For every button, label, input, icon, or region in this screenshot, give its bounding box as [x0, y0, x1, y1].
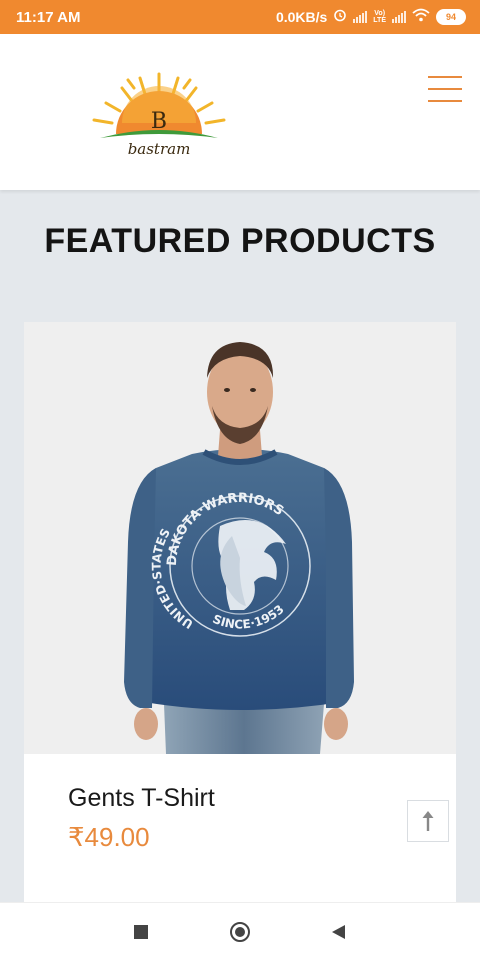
- lte-label: LTE: [373, 16, 386, 24]
- arrow-up-icon: [422, 811, 434, 831]
- system-nav-bar: [0, 902, 480, 960]
- volte-icon: Vo) LTE: [373, 10, 386, 24]
- square-icon: [134, 925, 148, 939]
- bastram-logo[interactable]: B bastram: [86, 68, 232, 158]
- volte-label: Vo): [374, 9, 386, 17]
- logo-letter: B: [151, 109, 167, 134]
- back-button[interactable]: [325, 919, 351, 945]
- back-triangle-icon: [332, 925, 345, 939]
- status-bar: 11:17 AM 0.0KB/s Vo) LTE 94: [0, 0, 480, 34]
- wifi-icon: [412, 8, 430, 25]
- hamburger-menu-icon[interactable]: [428, 76, 464, 104]
- logo-text: bastram: [128, 140, 191, 158]
- product-image[interactable]: DAKOTA·WARRIORS UNITED·STATES SINCE·1953: [24, 322, 456, 754]
- site-header: B bastram: [0, 34, 480, 190]
- product-price: ₹49.00: [68, 822, 150, 852]
- home-button[interactable]: [227, 919, 253, 945]
- product-name[interactable]: Gents T-Shirt: [68, 784, 215, 813]
- status-icons: 0.0KB/s Vo) LTE 94: [276, 8, 466, 25]
- battery-level: 94: [445, 11, 456, 22]
- scroll-to-top-button[interactable]: [407, 800, 449, 842]
- alarm-icon: [333, 8, 347, 25]
- battery-icon: 94: [436, 8, 466, 25]
- signal-icon: [353, 10, 368, 23]
- product-card[interactable]: DAKOTA·WARRIORS UNITED·STATES SINCE·1953…: [24, 322, 456, 922]
- section-title: FEATURED PRODUCTS: [44, 222, 436, 260]
- status-time: 11:17 AM: [16, 9, 81, 26]
- circle-icon: [230, 922, 250, 942]
- network-speed: 0.0KB/s: [275, 8, 328, 25]
- signal-icon-2: [392, 10, 406, 23]
- recent-apps-button[interactable]: [128, 919, 154, 945]
